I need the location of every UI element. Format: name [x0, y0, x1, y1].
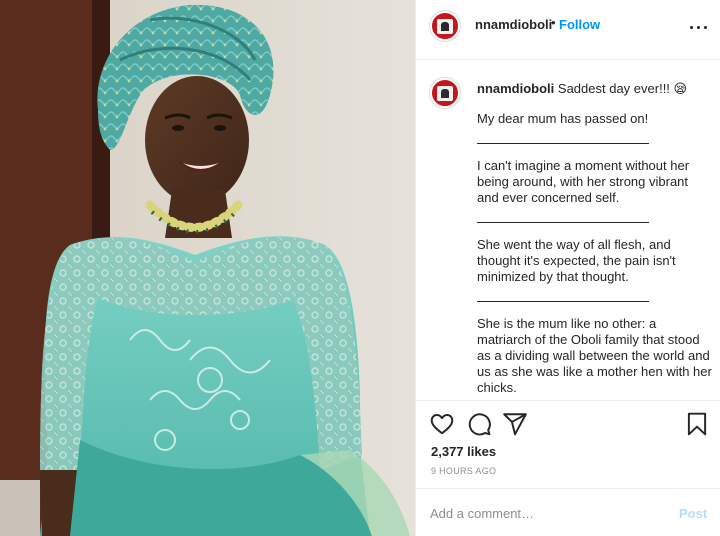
- caption-text: nnamdioboli Saddest day ever!!! 😪 My dea…: [477, 81, 713, 396]
- post-comment-button[interactable]: Post: [679, 506, 707, 521]
- divider-line: [477, 207, 649, 223]
- divider-line: [477, 286, 649, 302]
- header-username[interactable]: nnamdioboli: [475, 17, 552, 32]
- caption-paragraph: She is the mum like no other: a matriarc…: [477, 316, 712, 395]
- comment-box: Post: [416, 488, 720, 536]
- post-photo[interactable]: [0, 0, 415, 536]
- post-timestamp[interactable]: 9 HOURS AGO: [431, 466, 496, 476]
- caption-avatar[interactable]: [430, 78, 460, 108]
- post-header: nnamdioboli • Follow: [416, 0, 720, 60]
- follow-separator: •: [551, 15, 556, 30]
- post-actions: 2,377 likes 9 HOURS AGO: [416, 400, 720, 488]
- caption-paragraph: My dear mum has passed on!: [477, 111, 649, 126]
- caption-area: nnamdioboli Saddest day ever!!! 😪 My dea…: [416, 61, 720, 400]
- comment-input[interactable]: [430, 503, 660, 523]
- share-icon[interactable]: [502, 411, 528, 437]
- caption-paragraph: She went the way of all flesh, and thoug…: [477, 237, 676, 284]
- post-side-panel: nnamdioboli • Follow nnamdioboli Saddest…: [415, 0, 720, 536]
- avatar[interactable]: [430, 11, 460, 41]
- avatar-image: [437, 19, 453, 34]
- likes-count[interactable]: 2,377 likes: [431, 444, 496, 459]
- caption-username[interactable]: nnamdioboli: [477, 81, 554, 96]
- caption-paragraph: I can't imagine a moment without her bei…: [477, 158, 690, 205]
- heart-icon[interactable]: [429, 411, 455, 437]
- more-icon[interactable]: [686, 18, 710, 38]
- divider-line: [477, 128, 649, 144]
- post-image: [0, 0, 415, 536]
- caption-headline: Saddest day ever!!! 😪: [557, 81, 688, 96]
- avatar-image: [437, 86, 453, 101]
- comment-icon[interactable]: [466, 411, 492, 437]
- bookmark-icon[interactable]: [684, 411, 710, 437]
- follow-button[interactable]: Follow: [559, 17, 600, 32]
